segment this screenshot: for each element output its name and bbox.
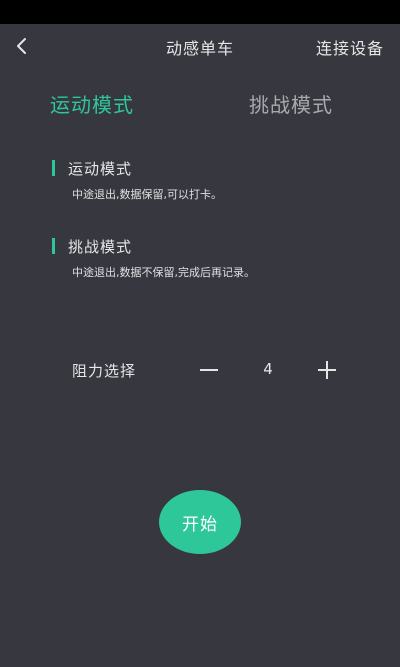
challenge-mode-title: 挑战模式 <box>68 238 133 256</box>
header: 动感单车 连接设备 <box>0 24 400 68</box>
resistance-label: 阻力选择 <box>72 362 137 380</box>
start-button[interactable]: 开始 <box>159 490 241 554</box>
challenge-mode-description: 中途退出,数据不保留,完成后再记录。 <box>72 266 255 279</box>
exercise-mode-title: 运动模式 <box>68 160 133 178</box>
screen: 动感单车 连接设备 运动模式 挑战模式 运动模式 中途退出,数据保留,可以打卡。… <box>0 24 400 667</box>
exercise-mode-description: 中途退出,数据保留,可以打卡。 <box>72 188 222 201</box>
connect-device-button[interactable]: 连接设备 <box>316 35 384 59</box>
status-bar <box>0 0 400 24</box>
tab-exercise-mode[interactable]: 运动模式 <box>50 89 134 118</box>
resistance-value: 4 <box>263 360 273 378</box>
plus-icon[interactable] <box>314 354 340 384</box>
tab-challenge-mode[interactable]: 挑战模式 <box>249 89 333 118</box>
accent-bar <box>52 160 55 176</box>
minus-icon[interactable] <box>196 354 222 384</box>
accent-bar <box>52 238 55 254</box>
